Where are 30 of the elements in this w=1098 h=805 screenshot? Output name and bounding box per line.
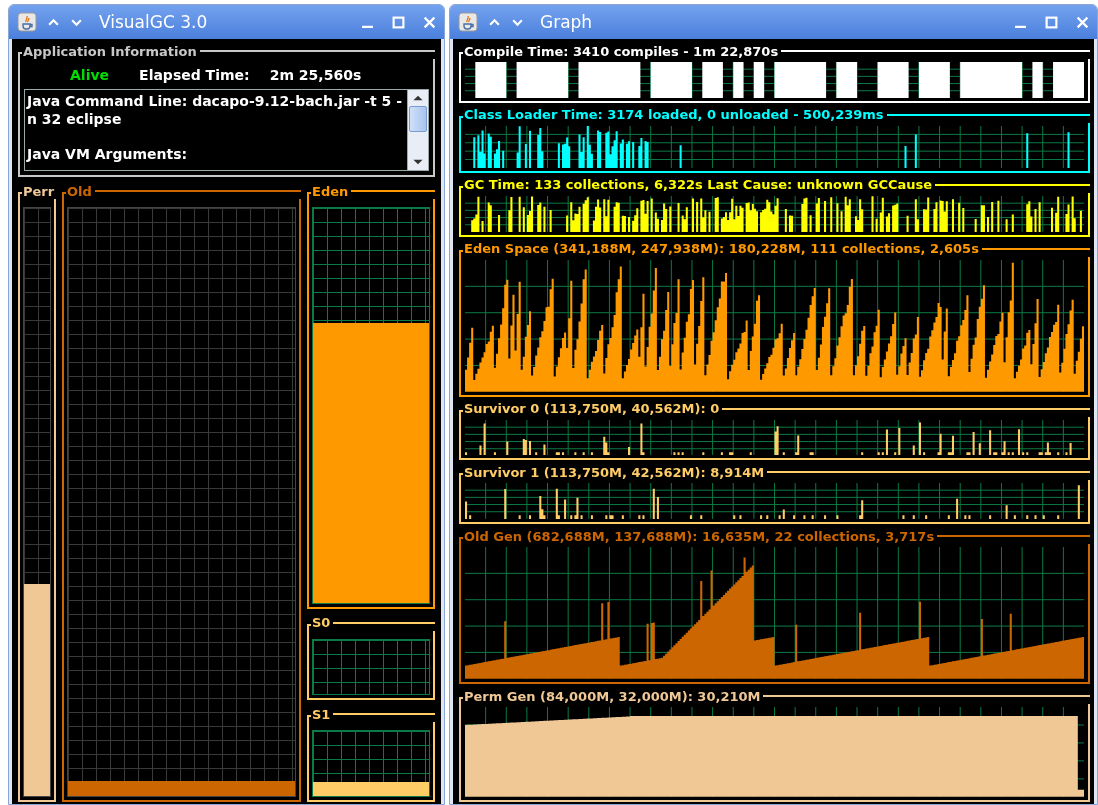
panel-title: Application Information [22, 43, 198, 59]
space-title: S1 [311, 706, 332, 722]
scroll-thumb[interactable] [409, 106, 427, 132]
graph-title: Compile Time: 3410 compiles - 1m 22,870s [463, 43, 780, 59]
close-icon[interactable] [423, 15, 436, 29]
space-title: Eden [311, 183, 350, 199]
space-title: Old [66, 183, 93, 199]
maximize-icon[interactable] [392, 15, 405, 29]
graph-title: Eden Space (341,188M, 247,938M): 180,228M, 111 collections, 2,605s [463, 241, 980, 257]
window-title: Graph [540, 12, 593, 32]
scrollbar[interactable] [407, 90, 428, 170]
space-title: Perr [22, 183, 56, 199]
cup-icon [458, 12, 478, 32]
cup-icon [17, 12, 37, 32]
details-line: Java Command Line: dacapo-9.12-bach.jar -t 5 -n 32 eclipse [27, 92, 404, 128]
graph-title: Survivor 0 (113,750M, 40,562M): 0 [463, 401, 721, 417]
close-icon[interactable] [1076, 15, 1089, 29]
details-line: Java VM Arguments: [27, 145, 189, 163]
elapsed-label: Elapsed Time: [139, 67, 250, 83]
graph-title: Survivor 1 (113,750M, 42,562M): 8,914M [463, 464, 766, 480]
graph-title: Perm Gen (84,000M, 32,000M): 30,210M [463, 688, 762, 704]
maximize-icon[interactable] [1045, 15, 1058, 29]
graph-title: GC Time: 133 collections, 6,322s Last Cause: unknown GCCause [463, 177, 934, 193]
graph-title: Old Gen (682,688M, 137,688M): 16,635M, 22 collections, 3,717s [463, 528, 936, 544]
status-text: Alive [70, 67, 110, 83]
space-title: S0 [311, 615, 332, 631]
graph-title: Class Loader Time: 3174 loaded, 0 unloaded - 500,239ms [463, 107, 885, 123]
window-title: VisualGC 3.0 [99, 12, 208, 32]
elapsed-value: 2m 25,560s [269, 67, 362, 83]
details-text-area[interactable]: Java Command Line: dacapo-9.12-bach.jar -t 5 -n 32 eclipse Java VM Arguments: [24, 89, 429, 171]
